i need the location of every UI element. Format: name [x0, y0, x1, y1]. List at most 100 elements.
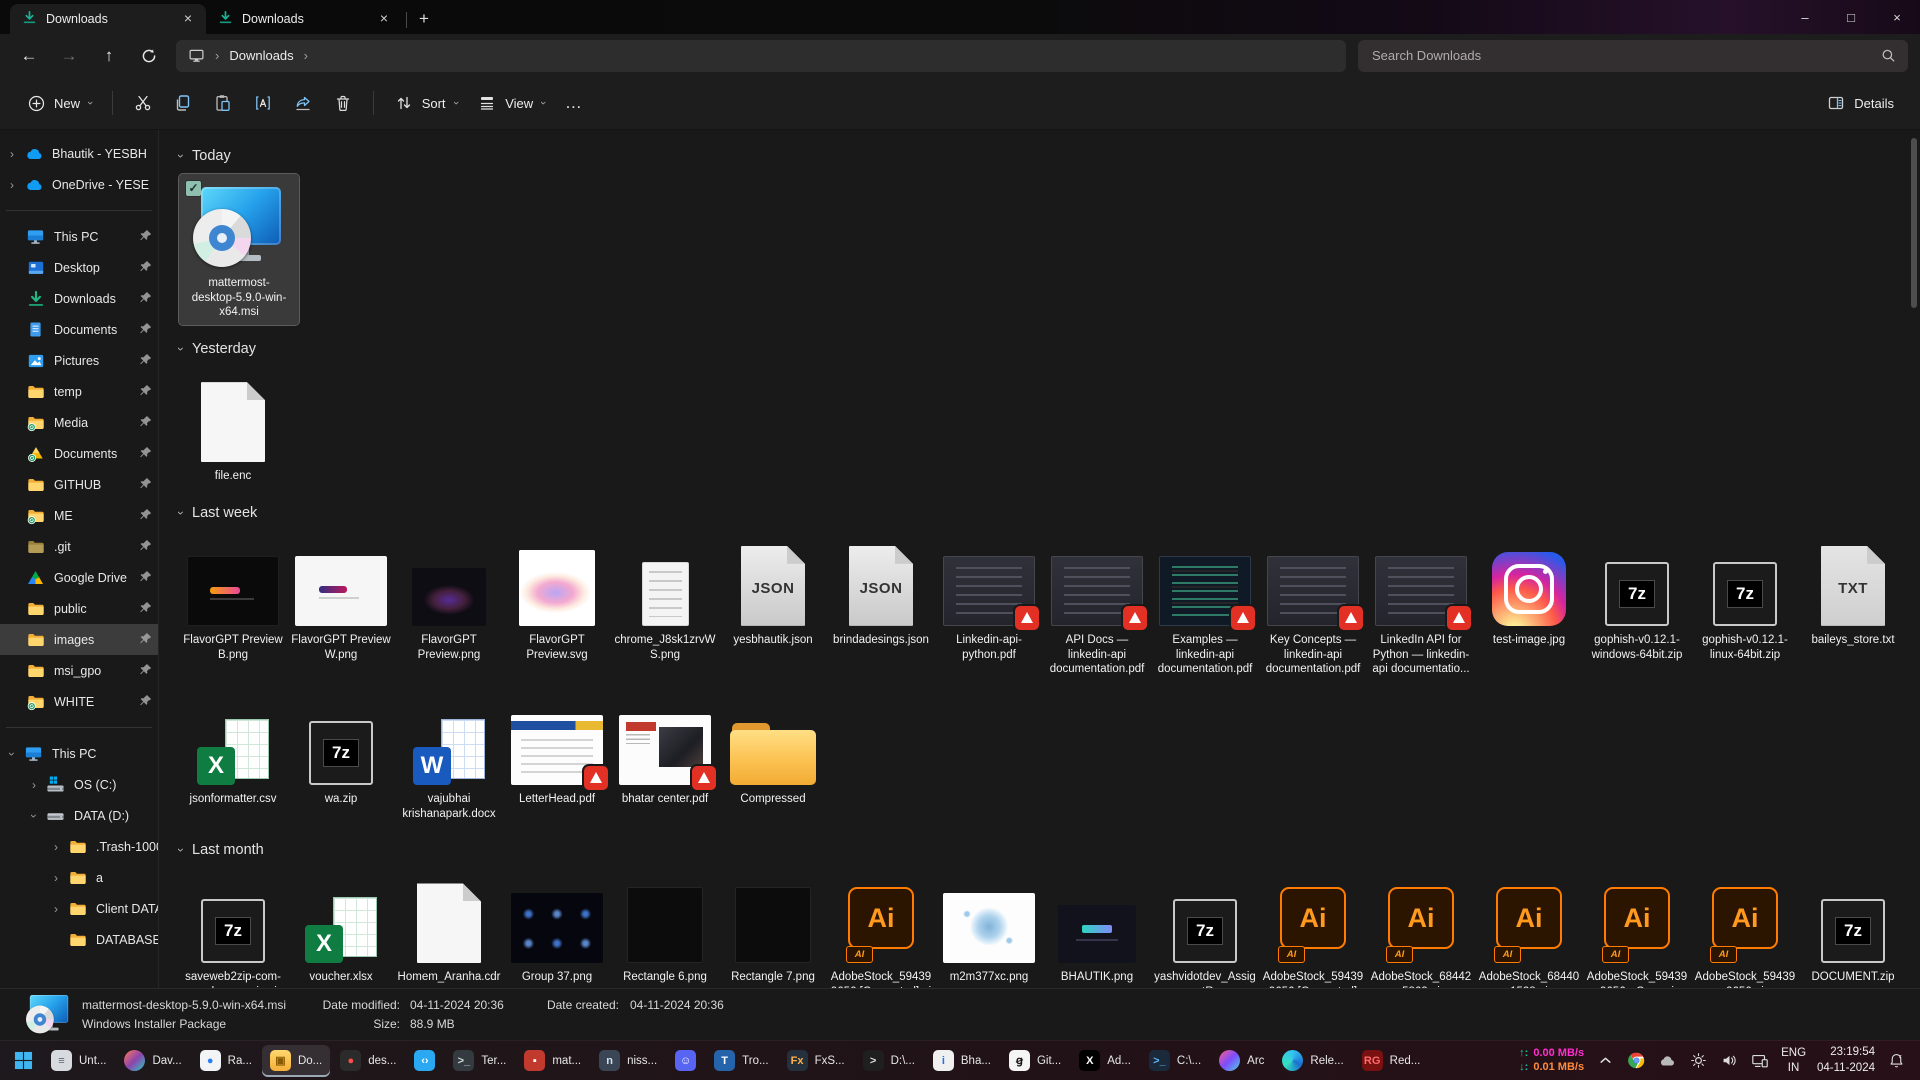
sidebar-item--trash-1000[interactable]: ›.Trash-1000 — [0, 831, 158, 862]
search-input[interactable] — [1370, 47, 1881, 64]
file-tile[interactable]: AiAIAdobeStock_594399656 [Converted] cop… — [1259, 868, 1367, 988]
taskbar-app[interactable]: XAd... — [1071, 1045, 1139, 1077]
taskbar-app[interactable]: FxFxS... — [779, 1045, 853, 1077]
file-tile[interactable]: Xjsonformatter.csv — [179, 690, 287, 812]
taskbar-app[interactable]: ●des... — [332, 1045, 404, 1077]
file-tile[interactable]: TXTbaileys_store.txt — [1799, 531, 1907, 653]
chevron-right-icon[interactable]: › — [44, 840, 68, 854]
file-tile[interactable]: FlavorGPT Preview.png — [395, 531, 503, 667]
taskbar-app[interactable]: ≡Unt... — [43, 1045, 114, 1077]
rename-button[interactable] — [243, 86, 283, 120]
up-button[interactable]: ↑ — [92, 40, 126, 72]
file-tile[interactable]: AiAIAdobeStock_594399656 - Copy.ai — [1583, 868, 1691, 988]
more-options-button[interactable]: … — [555, 93, 593, 113]
chevron-right-icon[interactable]: › — [44, 871, 68, 885]
sidebar-item-temp[interactable]: temp — [0, 376, 158, 407]
notification-bell-icon[interactable]: z — [1886, 1051, 1906, 1071]
vertical-scrollbar[interactable] — [1911, 134, 1917, 984]
close-tab-icon[interactable]: × — [374, 9, 394, 29]
view-button[interactable]: View › — [467, 86, 555, 120]
minimize-button[interactable]: – — [1782, 0, 1828, 34]
sidebar-item-documents[interactable]: Documents — [0, 438, 158, 469]
scrollbar-thumb[interactable] — [1911, 138, 1917, 308]
details-pane-button[interactable]: Details — [1816, 86, 1904, 120]
sidebar-item-me[interactable]: ME — [0, 500, 158, 531]
taskbar-app[interactable]: Dav... — [116, 1045, 189, 1077]
file-tile[interactable]: 7zwa.zip — [287, 690, 395, 812]
file-tile[interactable]: Rectangle 6.png — [611, 868, 719, 988]
taskbar-app[interactable]: >_Ter... — [445, 1045, 514, 1077]
file-tile[interactable]: Group 37.png — [503, 868, 611, 988]
taskbar-app[interactable]: ●Ra... — [192, 1045, 260, 1077]
delete-button[interactable] — [323, 86, 363, 120]
taskbar-app[interactable]: >D:\... — [855, 1045, 923, 1077]
taskbar-app[interactable]: Arc — [1211, 1045, 1272, 1077]
volume-icon[interactable] — [1719, 1051, 1739, 1071]
sidebar-item-client-data[interactable]: ›Client DATA — [0, 893, 158, 924]
file-tile[interactable]: Linkedin-api-python.pdf — [935, 531, 1043, 667]
network-speed-widget[interactable]: ↑:0.00 MB/s ↓:0.01 MB/s — [1519, 1047, 1584, 1075]
file-tile[interactable]: ✓mattermost-desktop-5.9.0-win-x64.msi — [179, 174, 299, 325]
cast-display-icon[interactable] — [1750, 1051, 1770, 1071]
refresh-button[interactable] — [132, 40, 166, 72]
file-tile[interactable]: m2m377xc.png — [935, 868, 1043, 988]
paste-button[interactable] — [203, 86, 243, 120]
chevron-right-icon[interactable]: › — [22, 778, 46, 792]
clock[interactable]: 23:19:54 04-11-2024 — [1817, 1045, 1875, 1076]
taskbar-app[interactable]: ▪mat... — [516, 1045, 589, 1077]
brightness-icon[interactable] — [1688, 1051, 1708, 1071]
file-tile[interactable]: test-image.jpg — [1475, 531, 1583, 653]
section-header[interactable]: ›Yesterday — [179, 337, 1908, 361]
file-tile[interactable]: FlavorGPT Preview B.png — [179, 531, 287, 667]
sidebar-item-this-pc[interactable]: This PC — [0, 221, 158, 252]
taskbar-app[interactable]: iBha... — [925, 1045, 999, 1077]
file-tile[interactable]: Key Concepts — linkedin-api documentatio… — [1259, 531, 1367, 682]
new-button[interactable]: New › — [16, 86, 102, 120]
section-header[interactable]: ›Last week — [179, 501, 1908, 525]
maximize-button[interactable]: □ — [1828, 0, 1874, 34]
sidebar-item-desktop[interactable]: Desktop — [0, 252, 158, 283]
sidebar-item-msi-gpo[interactable]: msi_gpo — [0, 655, 158, 686]
back-button[interactable]: ← — [12, 40, 46, 72]
file-tile[interactable]: AiAIAdobeStock_684401528.ai — [1475, 868, 1583, 988]
language-indicator[interactable]: ENG IN — [1781, 1046, 1806, 1076]
sidebar-item-os-c-[interactable]: ›OS (C:) — [0, 769, 158, 800]
cloud-icon[interactable] — [1657, 1051, 1677, 1071]
file-tile[interactable]: AiAIAdobeStock_594399656.ai — [1691, 868, 1799, 988]
file-tile[interactable]: Examples — linkedin-api documentation.pd… — [1151, 531, 1259, 682]
taskbar-app[interactable]: RGRed... — [1354, 1045, 1429, 1077]
sidebar-item-onedrive-yese[interactable]: ›OneDrive - YESE — [0, 169, 158, 200]
sidebar-item-a[interactable]: ›a — [0, 862, 158, 893]
sidebar-item-public[interactable]: public — [0, 593, 158, 624]
address-bar[interactable]: › Downloads › — [176, 40, 1346, 72]
sidebar-item-google-drive[interactable]: Google Drive — [0, 562, 158, 593]
sidebar-item-white[interactable]: WHITE — [0, 686, 158, 717]
file-tile[interactable]: AiAIAdobeStock_594399656 [Converted].ai — [827, 868, 935, 988]
sort-button[interactable]: Sort › — [384, 86, 468, 120]
sidebar-item-data-d-[interactable]: ›DATA (D:) — [0, 800, 158, 831]
file-tile[interactable]: Homem_Aranha.cdr — [395, 868, 503, 988]
sidebar-item-downloads[interactable]: Downloads — [0, 283, 158, 314]
close-tab-icon[interactable]: × — [178, 9, 198, 29]
chevron-right-icon[interactable]: › — [0, 147, 24, 161]
file-tile[interactable]: 7zgophish-v0.12.1-windows-64bit.zip — [1583, 531, 1691, 667]
taskbar-app[interactable]: >_C:\... — [1141, 1045, 1209, 1077]
file-tile[interactable]: 7zDOCUMENT.zip — [1799, 868, 1907, 988]
file-tile[interactable]: 7zyashvidotdev_AssignmentRepo-main.zip — [1151, 868, 1259, 988]
file-tile[interactable]: API Docs — linkedin-api documentation.pd… — [1043, 531, 1151, 682]
sidebar-item-images[interactable]: images — [0, 624, 158, 655]
taskbar-app[interactable]: ‹› — [406, 1045, 443, 1077]
explorer-tab[interactable]: Downloads× — [10, 4, 206, 34]
sidebar-item-github[interactable]: GITHUB — [0, 469, 158, 500]
file-tile[interactable]: FlavorGPT Preview W.png — [287, 531, 395, 667]
taskbar-app[interactable]: ▣Do... — [262, 1045, 330, 1077]
taskbar-app[interactable]: nniss... — [591, 1045, 665, 1077]
forward-button[interactable]: → — [52, 40, 86, 72]
chevron-right-icon[interactable]: › — [44, 902, 68, 916]
sidebar-item-bhautik-yesbh[interactable]: ›Bhautik - YESBH — [0, 138, 158, 169]
breadcrumb[interactable]: Downloads — [229, 48, 293, 63]
file-tile[interactable]: Xvoucher.xlsx — [287, 868, 395, 988]
chevron-down-icon[interactable]: › — [22, 809, 46, 823]
file-tile[interactable]: 7zgophish-v0.12.1-linux-64bit.zip — [1691, 531, 1799, 667]
chevron-up-icon[interactable] — [1595, 1051, 1615, 1071]
